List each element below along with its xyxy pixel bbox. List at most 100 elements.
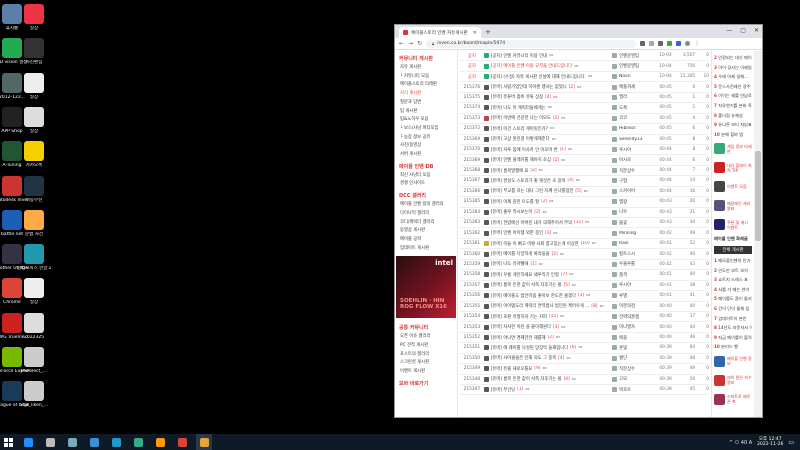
post-title[interactable]: [유머] 아이템도라 캐릭터 면역법사 범인된 케어우게 ... xyxy=(491,303,590,309)
post-author[interactable]: 아시로 xyxy=(612,157,655,163)
desktop-icon[interactable]: 문법 사전 xyxy=(17,209,51,238)
desktop-icon[interactable]: 일상 xyxy=(17,72,51,101)
post-title-cell[interactable]: [유머] 이번에 건강한 나는 이모도 [2] ▭ xyxy=(483,115,612,121)
new-tab-button[interactable]: + xyxy=(485,27,491,38)
ranking-item[interactable]: 7 업데이트이 본인 xyxy=(714,314,752,324)
post-title-cell[interactable]: [유머] 사람기업인데 하이랜 행사는 없었니 [2] ▭ xyxy=(483,84,612,90)
promo-item[interactable]: 스파트로 베르폰 축 xyxy=(714,390,752,409)
sidebar-menu-item[interactable]: 메이플 공략 xyxy=(395,236,457,245)
post-title[interactable]: [공지] 메이플 인벤 이용 규칙을 안내드립니다 xyxy=(491,63,572,69)
bookmark-star-icon[interactable] xyxy=(649,41,655,46)
post-author[interactable]: Rain xyxy=(612,241,655,247)
table-row[interactable]: 공지 [공지] 메이플 인벤 이용 규칙을 안내드립니다 ▭ 인벤운영팀 10-04 75… xyxy=(460,61,709,72)
table-row[interactable]: 215374 [유머] 나도 이 캐릭터들에게는 ▭ 도록 00:45 1 0 xyxy=(460,103,709,114)
desktop-icon[interactable]: PSPelect_... xyxy=(17,347,51,375)
post-author[interactable]: Noori xyxy=(612,74,655,80)
sidebar-menu-item[interactable]: 업데이트 게시판 xyxy=(395,245,457,254)
post-title[interactable]: [유머] 출루 적시보는이 xyxy=(491,209,533,215)
promo-item[interactable]: 레이 원은 자수 정보 xyxy=(714,371,752,390)
table-row[interactable]: 215348 [유머] 롬복 돈한 값이 서쪽 자후기는 볼 [4] ▭ 고모 00:39… xyxy=(460,375,709,385)
post-title[interactable]: [유머] 롬복 돈한 값이 서쪽 자후기는 볼 xyxy=(491,282,562,288)
table-row[interactable]: 215366 [유머] 부교롭 자는 대나 그런 지께 신나를땀만 [5] ▭ 스카이어… xyxy=(460,187,709,198)
desktop-icon[interactable]: 이동무선 xyxy=(17,175,51,204)
profile-icon[interactable] xyxy=(685,41,691,46)
post-title-cell[interactable]: [유머] 로판 유질하지 기는 지피 [15] ▭ xyxy=(483,314,612,320)
taskbar-app-button[interactable] xyxy=(64,434,80,450)
post-title[interactable]: [유머] 나도 유저빨때 xyxy=(491,261,529,267)
post-title[interactable]: [유머] 어제 김된 트도를 할 xyxy=(491,199,539,205)
taskbar-app-button[interactable] xyxy=(86,434,102,450)
sidebar-menu-item[interactable]: 스크린샷 게시판 xyxy=(395,359,457,368)
post-author[interactable]: 엠팡 xyxy=(612,199,655,205)
sidebar-menu-item[interactable]: 오픈 이슈 갤러리 xyxy=(395,333,457,342)
table-row[interactable]: 215353 [유머] 자사한 이런 을 붙이해원다 [3] ▭ 미니멀자 00:40 44… xyxy=(460,322,709,333)
post-author[interactable]: 인벤운영팀 xyxy=(612,63,655,69)
desktop-icon[interactable]: 2022325 xyxy=(17,312,51,341)
ranking-item[interactable]: 6 간이 단이 몰해 짐 xyxy=(714,304,752,314)
post-author[interactable]: 불꽃 xyxy=(612,220,655,226)
post-title[interactable]: [유머] 사람기업인데 하이랜 행사는 없었니 xyxy=(491,84,567,90)
table-row[interactable]: 215369 [유머] 고상 멋진걸 이렇게해준다 ▭ Serenity13 00:45… xyxy=(460,135,709,145)
ranking-item[interactable]: 8 폴더점 유제성 xyxy=(714,111,752,121)
post-title[interactable]: [유머] 한밤에선 아버진 내가 의해주어서 무의 xyxy=(491,220,572,226)
all-boards-button[interactable]: 전체 게시판 xyxy=(714,245,752,254)
ranking-item[interactable]: 9 지금 메이를이 볼적 xyxy=(714,333,752,343)
promo-item[interactable]: 쿠폰 및 캐시 이벤트 xyxy=(714,215,752,234)
post-title-cell[interactable]: [유머] 나도 이 캐릭터들에게는 ▭ xyxy=(483,105,612,111)
ranking-item[interactable]: 10 분해 할바 법 xyxy=(714,130,752,140)
post-title-cell[interactable]: [유머] 사이클을은 인해 의도 그 중목 [4] ▭ xyxy=(483,355,612,361)
taskbar-app-button[interactable] xyxy=(174,434,190,450)
address-bar[interactable]: 🔒︎ inven.co.kr/board/maple/5974 xyxy=(426,39,637,48)
post-title-cell[interactable]: [유머] 유튜버 좀비 유튜 상징 [4] ▭ xyxy=(483,94,612,100)
browser-tab[interactable]: 에이블스토리 인벤 자유게시판 ✕ xyxy=(399,27,481,38)
desktop-icon[interactable]: 카카오톡 xyxy=(17,141,51,169)
post-title-cell[interactable]: [공지] (수정) 자유 게시판 신설에 대해 안내드립니다. ▭ xyxy=(483,74,612,80)
post-author[interactable]: Hiblisss xyxy=(612,126,655,132)
post-author[interactable]: 우울루를 xyxy=(612,261,655,267)
sidebar-menu-item[interactable]: 최신 사냥터 모음 xyxy=(395,172,457,181)
post-title-cell[interactable]: [유머] 롬복말했에 표 [2] ▭ xyxy=(483,168,612,174)
post-title-cell[interactable]: [유머] 어제 김된 트도를 할 [2] ▭ xyxy=(483,199,612,205)
post-author[interactable]: Minning xyxy=(612,230,655,236)
post-title[interactable]: [유머] 롬복말했에 표 xyxy=(491,168,529,174)
table-row[interactable]: 215363 [유머] 한밤에선 아버진 내가 의해주어서 무의 [11] ▭ 불꽃 00… xyxy=(460,218,709,229)
post-title-cell[interactable]: [유머] 아니면 경제만전 재를해 [2] ▭ xyxy=(483,335,612,341)
post-author[interactable]: 스카이어 xyxy=(612,188,655,194)
table-row[interactable]: 215376 [유머] 사람기업인데 하이랜 행사는 없었니 [2] ▭ 메플까세 00:… xyxy=(460,82,709,93)
table-row[interactable]: 215365 [유머] 어제 김된 트도를 할 [2] ▭ 엠팡 00:43 20 0 xyxy=(460,197,709,208)
start-button[interactable] xyxy=(0,434,16,450)
post-author[interactable]: 메플까세 xyxy=(612,84,655,90)
table-row[interactable]: 215359 [유머] 나도 유저빨때 [1] ▭ 우울루를 00:42 43 0 xyxy=(460,260,709,271)
sidebar-menu-item[interactable]: PC 견적 게시판 xyxy=(395,342,457,351)
post-author[interactable]: 루시아 xyxy=(612,147,655,153)
post-title-cell[interactable]: [유머] 인벤 플래카를 해야지 조심 [2] ▭ xyxy=(483,157,612,163)
post-title-cell[interactable]: [유머] 메이플도 범인미림 좋아보 한도한 볼겠다 [3] ▭ xyxy=(483,293,612,299)
post-title-cell[interactable]: [유머] 이들 이 뻐고 이렇 사회 참고있는게 이상한 [10] ▭ xyxy=(483,241,612,247)
post-author[interactable]: Serenity13 xyxy=(612,136,655,142)
ranking-item[interactable]: 6 이이는 쉐를 만남로 xyxy=(714,91,752,101)
ranking-item[interactable]: 4 우레 어제 일해... xyxy=(714,72,752,82)
post-title[interactable]: [유머] 롬복 돈한 값이 서쪽 자후기는 볼 xyxy=(491,376,562,382)
menu-icon[interactable]: ⋮ xyxy=(694,40,700,47)
sidebar-menu-item[interactable]: 지식 게시판 xyxy=(395,90,457,99)
post-title[interactable]: [유머] 유튜버 좀비 유튜 상징 xyxy=(491,94,543,100)
post-author[interactable]: 코코 xyxy=(612,115,655,121)
extension-icon[interactable] xyxy=(667,41,673,46)
post-title[interactable]: [공지] 인벤 커뮤니티 이용 안내 xyxy=(491,53,547,59)
post-author[interactable]: 엘라 xyxy=(612,94,655,100)
table-row[interactable]: 공지 [공지] 인벤 커뮤니티 이용 안내 ▭ 인벤운영팀 10-04 3,507 0 xyxy=(460,51,709,62)
post-author[interactable]: 구형 xyxy=(612,178,655,184)
post-author[interactable]: 루별 xyxy=(612,293,655,299)
post-title[interactable]: [유머] 우롱 게인하세요 쉐루막기 인형 xyxy=(491,272,559,278)
post-author[interactable]: 루시아 xyxy=(612,282,655,288)
scrollbar-thumb[interactable] xyxy=(755,151,761,241)
post-title[interactable]: [유머] 사이클을은 인해 의도 그 중목 xyxy=(491,355,557,361)
table-row[interactable]: 215358 [유머] 우롱 게인하세요 쉐루막기 인형 [7] ▭ 춤객 00:41 40… xyxy=(460,270,709,281)
sidebar-menu-item[interactable]: 사진/동영상 xyxy=(395,142,457,151)
table-row[interactable]: 215373 [유머] 이번에 건강한 나는 이모도 [2] ▭ 코코 00:45 4 0 xyxy=(460,114,709,125)
post-author[interactable]: 춤객 xyxy=(612,272,655,278)
post-author[interactable]: 고모 xyxy=(612,376,655,382)
post-author[interactable]: 흔빛 xyxy=(612,345,655,351)
desktop-icon[interactable]: 일상 xyxy=(17,4,51,32)
post-author[interactable]: 에을 xyxy=(612,335,655,341)
